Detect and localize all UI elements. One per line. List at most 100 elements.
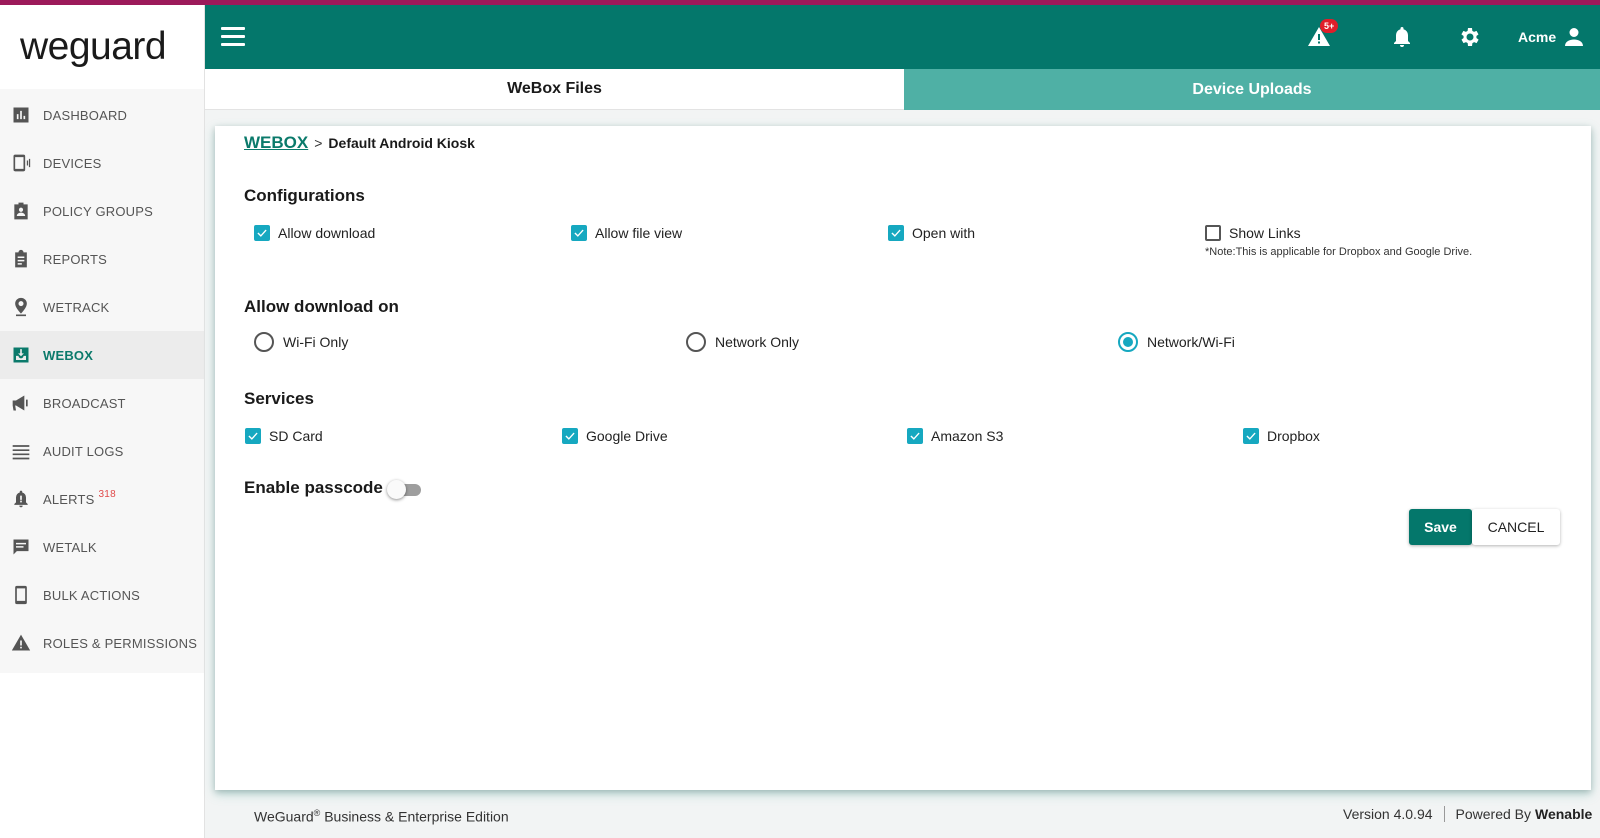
configurations-title: Configurations	[244, 186, 365, 205]
device-icon	[10, 152, 32, 174]
sidebar: weguard DASHBOARD DEVICES POLICY GROUPS …	[0, 5, 205, 838]
enable-passcode-toggle[interactable]	[387, 479, 423, 499]
sidebar-item-audit-logs[interactable]: AUDIT LOGS	[0, 427, 204, 475]
sidebar-item-wetrack[interactable]: WETRACK	[0, 283, 204, 331]
sidebar-nav: DASHBOARD DEVICES POLICY GROUPS REPORTS …	[0, 89, 204, 673]
settings-gear-icon[interactable]	[1456, 23, 1484, 51]
radio-unselected-icon	[686, 332, 706, 352]
sidebar-item-label: ROLES & PERMISSIONS	[43, 635, 198, 651]
checkbox-label: Allow file view	[595, 225, 683, 241]
sidebar-item-dashboard[interactable]: DASHBOARD	[0, 91, 204, 139]
checkbox-checked-icon	[1243, 428, 1259, 444]
checkbox-label: Dropbox	[1267, 428, 1320, 444]
checkbox-label: Allow download	[278, 225, 376, 241]
sidebar-item-label: WETRACK	[43, 299, 110, 315]
radio-label: Network/Wi-Fi	[1147, 334, 1235, 350]
footer-edition-text: Business & Enterprise Edition	[320, 808, 509, 825]
breadcrumb: WEBOX > Default Android Kiosk	[244, 133, 475, 153]
sidebar-item-alerts[interactable]: ALERTS 318	[0, 475, 204, 523]
notification-bell-icon[interactable]	[1388, 23, 1416, 51]
alert-count-badge: 5+	[1320, 19, 1339, 33]
show-links-note: *Note:This is applicable for Dropbox and…	[1205, 246, 1473, 258]
phone-icon	[10, 584, 32, 606]
list-icon	[10, 440, 32, 462]
megaphone-icon	[10, 392, 32, 414]
sidebar-item-webox[interactable]: WEBOX	[0, 331, 204, 379]
network-wifi-radio[interactable]: Network/Wi-Fi	[1118, 332, 1235, 352]
checkbox-checked-icon	[888, 225, 904, 241]
allow-download-on-title: Allow download on	[244, 297, 399, 316]
location-pin-icon	[10, 296, 32, 318]
sidebar-item-label: DASHBOARD	[43, 107, 128, 123]
amazon-s3-checkbox[interactable]: Amazon S3	[907, 428, 1003, 444]
sd-card-checkbox[interactable]: SD Card	[245, 428, 323, 444]
badge-icon	[10, 200, 32, 222]
services-title: Services	[244, 389, 314, 408]
sidebar-item-label: REPORTS	[43, 251, 108, 267]
enable-passcode-label: Enable passcode	[244, 478, 383, 497]
sidebar-item-label: AUDIT LOGS	[43, 443, 124, 459]
alerts-count-badge: 318	[98, 488, 116, 500]
sidebar-item-label: WETALK	[43, 539, 97, 555]
footer-brand: WeGuard	[254, 808, 314, 825]
sidebar-item-label: WEBOX	[43, 347, 94, 363]
network-only-radio[interactable]: Network Only	[686, 332, 799, 352]
sidebar-item-label: ALERTS	[43, 491, 95, 507]
top-header: 5+ Acme	[205, 5, 1600, 69]
breadcrumb-separator: >	[314, 135, 323, 151]
checkbox-checked-icon	[571, 225, 587, 241]
footer-version-info: Version 4.0.94 Powered By Wenable	[1343, 806, 1592, 822]
sidebar-item-devices[interactable]: DEVICES	[0, 139, 204, 187]
user-name: Acme	[1518, 29, 1557, 45]
allow-file-view-checkbox[interactable]: Allow file view	[571, 225, 682, 241]
open-with-checkbox[interactable]: Open with	[888, 225, 975, 241]
footer-divider	[1443, 806, 1445, 822]
footer-powered-name[interactable]: Wenable	[1535, 806, 1592, 822]
radio-label: Wi-Fi Only	[283, 334, 349, 350]
menu-icon[interactable]	[221, 27, 245, 47]
user-menu[interactable]: Acme	[1518, 5, 1586, 69]
radio-selected-icon	[1118, 332, 1138, 352]
tab-bar: WeBox Files Device Uploads	[205, 69, 1600, 110]
inbox-icon	[10, 344, 32, 366]
wifi-only-radio[interactable]: Wi-Fi Only	[254, 332, 348, 352]
sidebar-item-wetalk[interactable]: WETALK	[0, 523, 204, 571]
show-links-checkbox[interactable]: Show Links	[1205, 225, 1301, 241]
sidebar-item-roles-permissions[interactable]: ROLES & PERMISSIONS	[0, 619, 204, 667]
chat-icon	[10, 536, 32, 558]
checkbox-label: Open with	[912, 225, 976, 241]
sidebar-item-label: BROADCAST	[43, 395, 126, 411]
bar-chart-icon	[10, 104, 32, 126]
toggle-thumb	[387, 480, 406, 499]
checkbox-label: Show Links	[1229, 225, 1301, 241]
footer-version: Version 4.0.94	[1343, 806, 1433, 822]
tab-device-uploads[interactable]: Device Uploads	[904, 69, 1600, 110]
radio-label: Network Only	[715, 334, 800, 350]
allow-download-checkbox[interactable]: Allow download	[254, 225, 375, 241]
dropbox-checkbox[interactable]: Dropbox	[1243, 428, 1320, 444]
checkbox-checked-icon	[562, 428, 578, 444]
checkbox-label: Amazon S3	[931, 428, 1004, 444]
radio-unselected-icon	[254, 332, 274, 352]
sidebar-item-label: BULK ACTIONS	[43, 587, 141, 603]
cancel-button[interactable]: CANCEL	[1472, 509, 1560, 545]
sidebar-item-broadcast[interactable]: BROADCAST	[0, 379, 204, 427]
logo[interactable]: weguard	[0, 5, 204, 89]
checkbox-label: SD Card	[269, 428, 323, 444]
sidebar-item-label: POLICY GROUPS	[43, 203, 154, 219]
google-drive-checkbox[interactable]: Google Drive	[562, 428, 668, 444]
bell-icon	[10, 488, 32, 510]
sidebar-item-bulk-actions[interactable]: BULK ACTIONS	[0, 571, 204, 619]
save-button[interactable]: Save	[1409, 509, 1472, 545]
tab-webox-files[interactable]: WeBox Files	[205, 69, 904, 110]
sidebar-item-reports[interactable]: REPORTS	[0, 235, 204, 283]
breadcrumb-webox-link[interactable]: WEBOX	[244, 133, 308, 153]
sidebar-item-policy-groups[interactable]: POLICY GROUPS	[0, 187, 204, 235]
checkbox-unchecked-icon	[1205, 225, 1221, 241]
warning-icon	[10, 632, 32, 654]
logo-text: weguard	[20, 25, 167, 68]
checkbox-checked-icon	[907, 428, 923, 444]
clipboard-icon	[10, 248, 32, 270]
checkbox-label: Google Drive	[586, 428, 668, 444]
checkbox-checked-icon	[245, 428, 261, 444]
